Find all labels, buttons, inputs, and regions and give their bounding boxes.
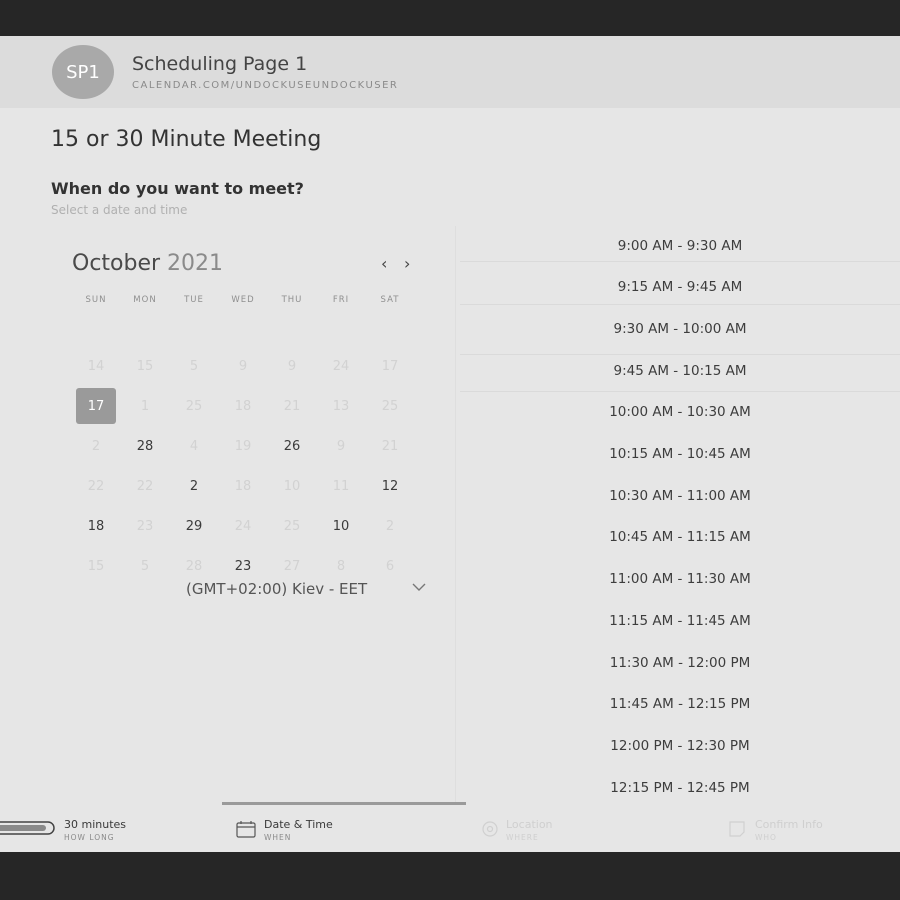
time-slot[interactable]: 9:00 AM - 9:30 AM [460, 225, 900, 266]
question-subtitle: Select a date and time [51, 203, 188, 217]
calendar-day: 15 [136, 358, 154, 374]
calendar-day: 2 [91, 438, 101, 454]
weekday-label: SUN [85, 295, 107, 305]
active-step-indicator [222, 802, 466, 805]
calendar-day: 15 [87, 558, 105, 574]
calendar-day: 14 [87, 358, 105, 374]
calendar-day-selected[interactable]: 17 [76, 388, 116, 424]
calendar-day: 21 [283, 398, 301, 414]
calendar-icon [236, 821, 256, 838]
step-confirm-info[interactable]: Confirm Info WHO [755, 818, 823, 842]
calendar-day: 9 [287, 358, 297, 374]
calendar-day: 9 [238, 358, 248, 374]
calendar-day: 23 [136, 518, 154, 534]
location-icon [482, 821, 498, 837]
form-icon [729, 821, 745, 837]
calendar-day[interactable]: 2 [174, 468, 214, 504]
calendar-day[interactable]: 10 [321, 508, 361, 544]
time-slot[interactable]: 10:45 AM - 11:15 AM [460, 517, 900, 558]
calendar-day: 6 [385, 558, 395, 574]
question-heading: When do you want to meet? [51, 179, 304, 198]
meeting-title: 15 or 30 Minute Meeting [51, 127, 322, 152]
calendar-day: 21 [381, 438, 399, 454]
calendar-day: 11 [332, 478, 350, 494]
time-slot[interactable]: 11:30 AM - 12:00 PM [460, 642, 900, 683]
weekday-label: THU [281, 295, 303, 305]
time-slot[interactable]: 9:15 AM - 9:45 AM [460, 267, 900, 308]
calendar-day: 28 [185, 558, 203, 574]
weekday-label: MON [133, 295, 157, 305]
avatar: SP1 [52, 45, 114, 99]
chevron-left-icon[interactable]: ‹ [381, 254, 387, 273]
calendar-day[interactable]: 23 [223, 548, 263, 584]
time-slot[interactable]: 11:45 AM - 12:15 PM [460, 684, 900, 725]
calendar-day: 25 [283, 518, 301, 534]
calendar-day: 2 [385, 518, 395, 534]
toggle-icon [0, 821, 55, 835]
time-slot[interactable]: 11:15 AM - 11:45 AM [460, 600, 900, 641]
calendar-day: 24 [332, 358, 350, 374]
calendar-day: 27 [283, 558, 301, 574]
calendar-day[interactable]: 29 [174, 508, 214, 544]
calendar-day: 25 [381, 398, 399, 414]
calendar-day[interactable]: 18 [76, 508, 116, 544]
scheduling-window: SP1 Scheduling Page 1 CALENDAR.COM/UNDOC… [0, 36, 900, 852]
calendar-day[interactable]: 12 [370, 468, 410, 504]
time-slot[interactable]: 9:45 AM - 10:15 AM [460, 350, 900, 391]
weekday-label: SAT [380, 295, 400, 305]
calendar-day: 22 [87, 478, 105, 494]
calendar-day: 19 [234, 438, 252, 454]
time-slot[interactable]: 10:15 AM - 10:45 AM [460, 434, 900, 475]
time-slot[interactable]: 10:30 AM - 11:00 AM [460, 475, 900, 516]
chevron-right-icon[interactable]: › [404, 254, 410, 273]
scheduling-page-title: Scheduling Page 1 [132, 53, 308, 75]
calendar-day: 5 [140, 558, 150, 574]
chevron-down-icon[interactable] [412, 580, 426, 596]
time-slot[interactable]: 12:00 PM - 12:30 PM [460, 725, 900, 766]
calendar-day: 18 [234, 478, 252, 494]
calendar-day: 22 [136, 478, 154, 494]
calendar-day: 5 [189, 358, 199, 374]
calendar-month-label: October 2021 [72, 251, 223, 276]
time-slot[interactable]: 9:30 AM - 10:00 AM [460, 308, 900, 349]
scheduling-page-url[interactable]: CALENDAR.COM/UNDOCKUSEUNDOCKUSER [132, 80, 398, 91]
calendar-day: 4 [189, 438, 199, 454]
month-name: October [72, 251, 161, 276]
column-divider [455, 226, 456, 806]
calendar-day: 8 [336, 558, 346, 574]
calendar-day: 10 [283, 478, 301, 494]
calendar-day: 18 [234, 398, 252, 414]
weekday-label: TUE [184, 295, 204, 305]
calendar-day[interactable]: 26 [272, 428, 312, 464]
year-name: 2021 [167, 251, 224, 276]
calendar-day: 24 [234, 518, 252, 534]
calendar-day: 1 [140, 398, 150, 414]
weekday-label: WED [231, 295, 255, 305]
calendar-day[interactable]: 28 [125, 428, 165, 464]
step-duration[interactable]: 30 minutes HOW LONG [64, 818, 126, 842]
calendar-day: 9 [336, 438, 346, 454]
weekday-label: FRI [332, 295, 350, 305]
step-bar: 30 minutes HOW LONG Date & Time WHEN Loc… [0, 802, 900, 852]
page-header: SP1 Scheduling Page 1 CALENDAR.COM/UNDOC… [0, 36, 900, 108]
time-slot[interactable]: 11:00 AM - 11:30 AM [460, 559, 900, 600]
timezone-select[interactable]: (GMT+02:00) Kiev - EET [186, 580, 367, 598]
step-date-time[interactable]: Date & Time WHEN [264, 818, 333, 842]
calendar-day: 25 [185, 398, 203, 414]
calendar-day: 17 [381, 358, 399, 374]
time-slot[interactable]: 10:00 AM - 10:30 AM [460, 392, 900, 433]
step-location[interactable]: Location WHERE [506, 818, 553, 842]
calendar-day: 13 [332, 398, 350, 414]
